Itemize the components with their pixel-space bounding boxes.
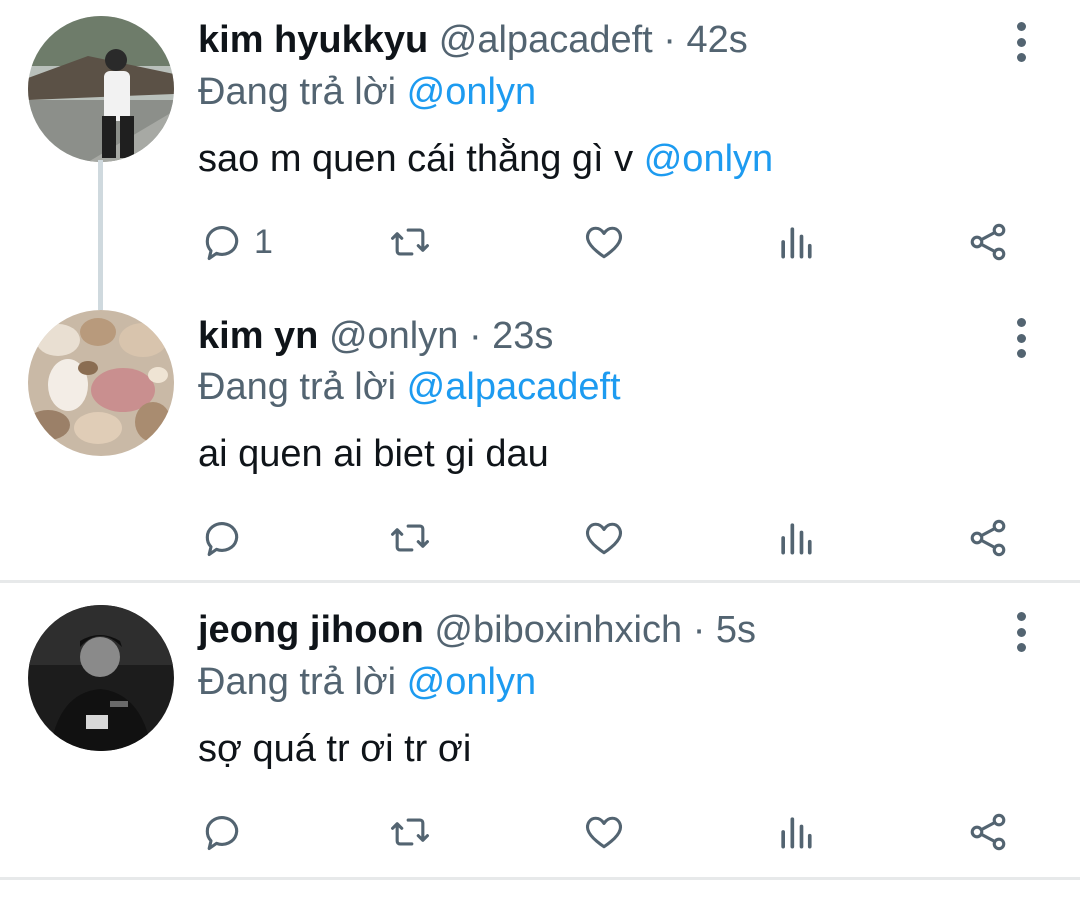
separator-dot: · (663, 19, 676, 61)
retweet-button[interactable] (388, 807, 432, 857)
tweet-2[interactable]: kim yn @onlyn · 23s Đang trả lời @alpaca… (0, 300, 1080, 580)
tweet-mention[interactable]: @onlyn (644, 138, 773, 180)
avatar[interactable] (28, 16, 174, 162)
retweet-button[interactable] (388, 513, 432, 563)
separator-dot: · (468, 315, 482, 357)
tweet-header: kim yn @onlyn · 23s (198, 312, 553, 360)
divider (0, 877, 1080, 880)
views-icon (781, 227, 812, 259)
replying-to-mention[interactable]: @alpacadeft (407, 366, 621, 408)
action-bar (0, 513, 1080, 563)
user-handle[interactable]: @biboxinhxich (434, 609, 682, 651)
share-icon (970, 813, 1006, 851)
separator-dot: · (692, 609, 706, 651)
share-icon (970, 223, 1006, 261)
heart-icon (585, 522, 623, 555)
reply-icon (205, 522, 239, 557)
share-button[interactable] (966, 807, 1010, 857)
reply-button[interactable] (200, 807, 254, 857)
tweet-text: sợ quá tr ơi tr ơi (198, 725, 471, 773)
tweet-header: jeong jihoon @biboxinhxich · 5s (198, 606, 756, 654)
heart-icon (585, 816, 623, 849)
replying-to: Đang trả lời @onlyn (198, 68, 536, 116)
tweet-3[interactable]: jeong jihoon @biboxinhxich · 5s Đang trả… (0, 583, 1080, 875)
more-vertical-icon[interactable] (1008, 22, 1034, 62)
retweet-icon (391, 818, 429, 846)
views-icon (781, 817, 812, 849)
replying-to-mention[interactable]: @onlyn (407, 661, 536, 703)
like-button[interactable] (582, 217, 626, 267)
tweet-text: sao m quen cái thằng gì v @onlyn (198, 135, 773, 183)
display-name[interactable]: jeong jihoon (198, 609, 424, 651)
tweet-text: ai quen ai biet gi dau (198, 430, 549, 478)
tweet-1[interactable]: kim hyukkyu @alpacadeft · 42s Đang trả l… (0, 0, 1080, 310)
action-bar: 1 (0, 217, 1080, 267)
replying-to: Đang trả lời @onlyn (198, 658, 536, 706)
retweet-icon (391, 524, 429, 552)
user-handle[interactable]: @onlyn (329, 315, 458, 357)
more-vertical-icon[interactable] (1008, 612, 1034, 652)
tweet-body: sao m quen cái thằng gì v (198, 138, 634, 180)
share-icon (970, 519, 1006, 557)
retweet-icon (391, 228, 429, 256)
retweet-button[interactable] (388, 217, 432, 267)
display-name[interactable]: kim hyukkyu (198, 19, 428, 61)
reply-button[interactable]: 1 (200, 217, 273, 267)
replying-to-label: Đang trả lời (198, 661, 397, 703)
reply-icon (205, 816, 239, 851)
reply-button[interactable] (200, 513, 254, 563)
user-handle[interactable]: @alpacadeft (439, 19, 653, 61)
heart-icon (585, 226, 623, 259)
tweet-body: sợ quá tr ơi tr ơi (198, 728, 472, 770)
avatar[interactable] (28, 605, 174, 751)
replying-to: Đang trả lời @alpacadeft (198, 363, 621, 411)
action-bar (0, 807, 1080, 857)
avatar-photo (28, 16, 174, 162)
reply-icon (205, 226, 239, 261)
avatar-photo (28, 605, 174, 751)
reply-count: 1 (254, 222, 273, 261)
views-button[interactable] (774, 513, 818, 563)
timestamp[interactable]: 5s (716, 609, 756, 651)
tweet-header: kim hyukkyu @alpacadeft · 42s (198, 16, 748, 64)
avatar[interactable] (28, 310, 174, 456)
replying-to-label: Đang trả lời (198, 366, 397, 408)
views-icon (781, 523, 812, 555)
replying-to-label: Đang trả lời (198, 71, 397, 113)
tweet-body: ai quen ai biet gi dau (198, 433, 549, 475)
replying-to-mention[interactable]: @onlyn (407, 71, 536, 113)
more-vertical-icon[interactable] (1008, 318, 1034, 358)
share-button[interactable] (966, 217, 1010, 267)
like-button[interactable] (582, 807, 626, 857)
views-button[interactable] (774, 807, 818, 857)
avatar-photo (28, 310, 174, 456)
like-button[interactable] (582, 513, 626, 563)
share-button[interactable] (966, 513, 1010, 563)
display-name[interactable]: kim yn (198, 315, 318, 357)
timestamp[interactable]: 42s (687, 19, 748, 61)
views-button[interactable] (774, 217, 818, 267)
timestamp[interactable]: 23s (492, 315, 553, 357)
